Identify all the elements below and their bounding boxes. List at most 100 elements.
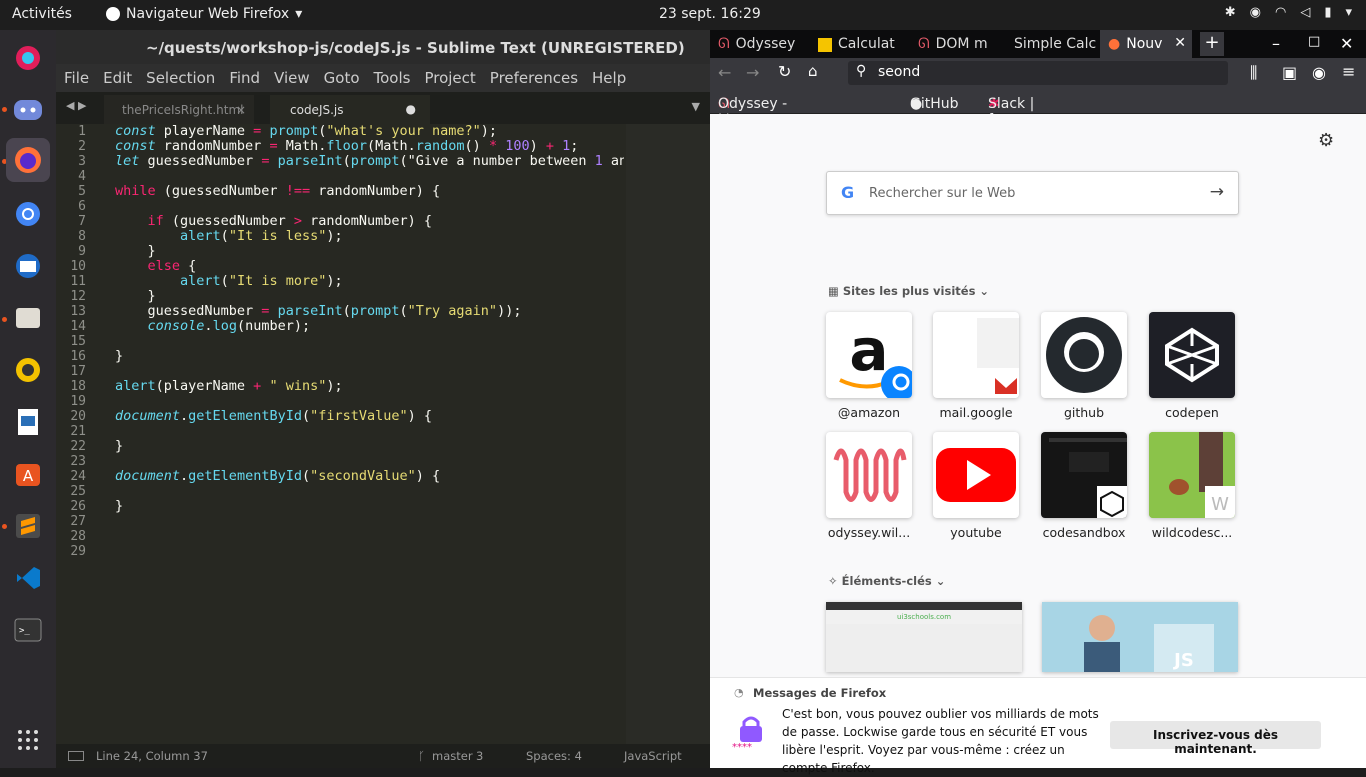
- app-menu[interactable]: Navigateur Web Firefox ▾: [106, 6, 302, 22]
- panel-toggle-icon[interactable]: [68, 751, 84, 761]
- sublime-text-icon[interactable]: [6, 504, 50, 548]
- sidebar-icon[interactable]: ▣: [1282, 63, 1297, 82]
- highlight-card-js-video[interactable]: JS: [1042, 602, 1238, 672]
- git-branch[interactable]: master: [432, 749, 473, 763]
- code-line[interactable]: const playerName = prompt("what's your n…: [115, 124, 624, 139]
- menu-goto[interactable]: Goto: [324, 69, 360, 87]
- tab-thepriceisright[interactable]: thePriceIsRight.html ×: [104, 95, 254, 124]
- code-line[interactable]: [115, 529, 624, 544]
- discord-tray-icon[interactable]: ◉: [1250, 5, 1261, 20]
- thunderbird-icon[interactable]: [6, 244, 50, 288]
- files-icon[interactable]: [6, 296, 50, 340]
- browser-tab-calculator[interactable]: Calculat: [810, 30, 906, 58]
- slack-icon[interactable]: [6, 36, 50, 80]
- home-icon[interactable]: ⌂: [808, 62, 818, 80]
- code-line[interactable]: console.log(number);: [115, 319, 624, 334]
- chromium-icon[interactable]: [6, 192, 50, 236]
- code-line[interactable]: [115, 199, 624, 214]
- browser-tab-dom[interactable]: ᘏ DOM m: [910, 30, 1002, 58]
- discord-icon[interactable]: [6, 88, 50, 132]
- tab-dropdown-icon[interactable]: ▼: [692, 100, 700, 113]
- close-button[interactable]: ✕: [1340, 34, 1353, 53]
- vscode-icon[interactable]: [6, 556, 50, 600]
- library-icon[interactable]: ⫼: [1250, 63, 1257, 83]
- code-line[interactable]: [115, 484, 624, 499]
- clock[interactable]: 23 sept. 16:29: [659, 6, 761, 22]
- code-line[interactable]: }: [115, 349, 624, 364]
- software-center-icon[interactable]: A: [6, 452, 50, 496]
- firefox-icon[interactable]: [6, 138, 50, 182]
- menu-project[interactable]: Project: [424, 69, 475, 87]
- top-site-codepen[interactable]: [1149, 312, 1235, 398]
- terminal-icon[interactable]: >_: [6, 608, 50, 652]
- volume-icon[interactable]: ◁: [1300, 5, 1310, 20]
- menu-help[interactable]: Help: [592, 69, 626, 87]
- account-icon[interactable]: ◉: [1312, 63, 1326, 82]
- menu-edit[interactable]: Edit: [103, 69, 132, 87]
- code-line[interactable]: [115, 394, 624, 409]
- top-site-wildcodeschool[interactable]: W: [1149, 432, 1235, 518]
- chevron-down-icon[interactable]: ▾: [1345, 5, 1352, 20]
- code-line[interactable]: let guessedNumber = parseInt(prompt("Giv…: [115, 154, 624, 169]
- minimap[interactable]: [626, 124, 710, 744]
- menu-view[interactable]: View: [274, 69, 310, 87]
- url-input[interactable]: seond: [878, 64, 920, 80]
- search-input[interactable]: Rechercher sur le Web: [869, 186, 1015, 201]
- code-line[interactable]: [115, 169, 624, 184]
- maximize-button[interactable]: □: [1308, 34, 1320, 49]
- top-sites-header[interactable]: ▦ Sites les plus visités ⌄: [828, 284, 989, 298]
- code-line[interactable]: }: [115, 439, 624, 454]
- code-line[interactable]: guessedNumber = parseInt(prompt("Try aga…: [115, 304, 624, 319]
- activities-button[interactable]: Activités: [12, 6, 72, 22]
- rhythmbox-icon[interactable]: [6, 348, 50, 392]
- code-line[interactable]: const randomNumber = Math.floor(Math.ran…: [115, 139, 624, 154]
- battery-icon[interactable]: ▮: [1324, 5, 1331, 20]
- code-line[interactable]: alert("It is less");: [115, 229, 624, 244]
- close-icon[interactable]: ✕: [1174, 35, 1186, 51]
- show-applications-icon[interactable]: [6, 718, 50, 762]
- code-line[interactable]: [115, 334, 624, 349]
- code-line[interactable]: }: [115, 244, 624, 259]
- menu-preferences[interactable]: Preferences: [490, 69, 578, 87]
- code-line[interactable]: [115, 424, 624, 439]
- syntax-mode[interactable]: JavaScript: [624, 749, 682, 763]
- code-line[interactable]: [115, 364, 624, 379]
- top-site-odyssey[interactable]: [826, 432, 912, 518]
- menu-file[interactable]: File: [64, 69, 89, 87]
- unsaved-dot-icon[interactable]: ●: [406, 102, 416, 116]
- browser-tab-odyssey[interactable]: ᘏ Odyssey: [710, 30, 806, 58]
- code-line[interactable]: [115, 514, 624, 529]
- sign-up-button[interactable]: Inscrivez-vous dès maintenant.: [1110, 721, 1321, 756]
- code-line[interactable]: alert(playerName + " wins");: [115, 379, 624, 394]
- code-line[interactable]: }: [115, 499, 624, 514]
- code-line[interactable]: alert("It is more");: [115, 274, 624, 289]
- code-editor[interactable]: 1 2 3 4 5 6 7 8 9 10 11 12 13 14 15 16 17 18 19 20 21 22 23 24 2…: [56, 124, 710, 744]
- web-search-box[interactable]: G Rechercher sur le Web →: [826, 171, 1239, 215]
- close-icon[interactable]: ×: [236, 103, 246, 117]
- indentation[interactable]: Spaces: 4: [526, 749, 582, 763]
- code-area[interactable]: const playerName = prompt("what's your n…: [115, 124, 624, 744]
- highlight-card-w3schools[interactable]: ui3schools.com: [826, 602, 1022, 672]
- code-line[interactable]: [115, 454, 624, 469]
- back-icon[interactable]: ←: [718, 63, 731, 82]
- minimize-button[interactable]: –: [1272, 34, 1280, 53]
- highlights-header[interactable]: ✧ Éléments-clés ⌄: [828, 574, 945, 588]
- code-line[interactable]: while (guessedNumber !== randomNumber) {: [115, 184, 624, 199]
- wifi-icon[interactable]: ◠: [1275, 5, 1286, 20]
- code-line[interactable]: [115, 544, 624, 559]
- top-site-github[interactable]: [1041, 312, 1127, 398]
- browser-tab-simple-calc[interactable]: Simple Calc: [1006, 30, 1098, 58]
- menu-icon[interactable]: ≡: [1342, 62, 1355, 81]
- reload-icon[interactable]: ↻: [778, 62, 791, 81]
- top-site-youtube[interactable]: [933, 432, 1019, 518]
- gear-icon[interactable]: ⚙: [1318, 130, 1334, 151]
- code-line[interactable]: else {: [115, 259, 624, 274]
- menu-selection[interactable]: Selection: [146, 69, 215, 87]
- top-site-codesandbox[interactable]: [1041, 432, 1127, 518]
- url-bar[interactable]: ⚲ seond: [848, 61, 1228, 85]
- menu-find[interactable]: Find: [229, 69, 260, 87]
- tab-codejs[interactable]: codeJS.js ●: [270, 95, 430, 124]
- slack-tray-icon[interactable]: ✱: [1225, 5, 1236, 20]
- tab-nav-arrows[interactable]: ◀ ▶: [66, 99, 86, 112]
- forward-icon[interactable]: →: [746, 63, 759, 82]
